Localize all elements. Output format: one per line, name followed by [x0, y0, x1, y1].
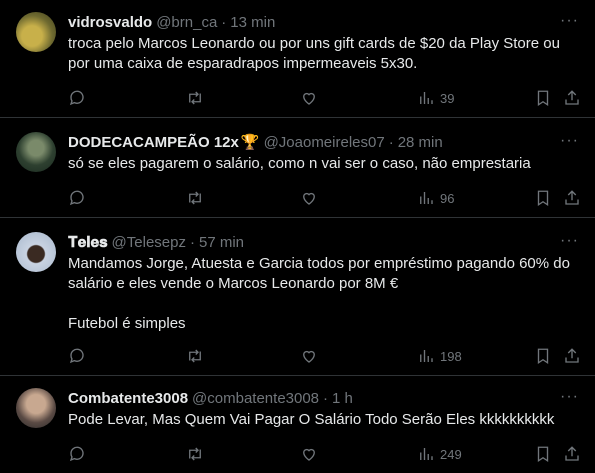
retweet-icon[interactable] — [186, 445, 204, 463]
views-icon — [420, 92, 433, 104]
views-icon — [420, 350, 433, 362]
timestamp[interactable]: 57 min — [199, 234, 244, 251]
tweet-text: Pode Levar, Mas Quem Vai Pagar O Salário… — [68, 411, 555, 428]
views-button[interactable]: 39 — [417, 89, 454, 107]
separator-dot: · — [221, 13, 227, 31]
views-count: 249 — [440, 446, 462, 462]
tweet[interactable]: Combatente3008 @combatente3008 · 1 h ···… — [0, 376, 595, 473]
author-name[interactable]: DODECACAMPEÃO 12x — [68, 134, 239, 151]
reply-icon[interactable] — [68, 89, 86, 107]
trophy-icon: 🏆 — [240, 134, 260, 151]
views-count: 39 — [440, 90, 455, 106]
tweet-actions: 96 — [68, 188, 579, 208]
more-icon[interactable]: ··· — [560, 12, 579, 30]
share-icon[interactable] — [563, 347, 581, 365]
timestamp[interactable]: 1 h — [332, 390, 353, 407]
tweet-header: 𝐓𝐞𝐥𝐞𝐬 @Telesepz · 57 min — [68, 232, 579, 252]
separator-dot: · — [388, 133, 394, 151]
like-icon[interactable] — [300, 89, 318, 107]
views-count: 96 — [440, 190, 455, 206]
views-count: 198 — [440, 348, 462, 364]
tweet-text: Mandamos Jorge, Atuesta e Garcia todos p… — [68, 255, 570, 332]
author-handle[interactable]: @Telesepz — [112, 234, 186, 251]
bookmark-icon[interactable] — [534, 445, 552, 463]
like-icon[interactable] — [300, 445, 318, 463]
avatar[interactable] — [16, 12, 56, 52]
tweet[interactable]: vidrosvaldo @brn_ca · 13 min ··· troca p… — [0, 0, 595, 118]
views-button[interactable]: 249 — [417, 445, 462, 463]
share-icon[interactable] — [563, 189, 581, 207]
separator-dot: · — [323, 389, 329, 407]
tweet-actions: 249 — [68, 444, 579, 464]
tweet-text: só se eles pagarem o salário, como n vai… — [68, 155, 531, 172]
tweet-header: DODECACAMPEÃO 12x 🏆 @Joaomeireles07 · 28… — [68, 132, 579, 152]
author-name[interactable]: vidrosvaldo — [68, 14, 152, 31]
author-name[interactable]: Combatente3008 — [68, 390, 188, 407]
tweet-header: Combatente3008 @combatente3008 · 1 h — [68, 388, 579, 408]
tweet-text: troca pelo Marcos Leonardo ou por uns gi… — [68, 35, 565, 72]
timestamp[interactable]: 13 min — [230, 14, 275, 31]
author-handle[interactable]: @brn_ca — [156, 14, 217, 31]
tweet[interactable]: DODECACAMPEÃO 12x 🏆 @Joaomeireles07 · 28… — [0, 118, 595, 218]
share-icon[interactable] — [563, 445, 581, 463]
tweet[interactable]: 𝐓𝐞𝐥𝐞𝐬 @Telesepz · 57 min ··· Mandamos Jo… — [0, 218, 595, 376]
tweet-feed: vidrosvaldo @brn_ca · 13 min ··· troca p… — [0, 0, 595, 473]
author-handle[interactable]: @combatente3008 — [192, 390, 319, 407]
views-icon — [420, 448, 433, 460]
retweet-icon[interactable] — [186, 347, 204, 365]
like-icon[interactable] — [300, 189, 318, 207]
like-icon[interactable] — [300, 347, 318, 365]
reply-icon[interactable] — [68, 445, 86, 463]
bookmark-icon[interactable] — [534, 347, 552, 365]
avatar[interactable] — [16, 232, 56, 272]
retweet-icon[interactable] — [186, 189, 204, 207]
views-button[interactable]: 96 — [417, 189, 454, 207]
more-icon[interactable]: ··· — [560, 388, 579, 406]
tweet-header: vidrosvaldo @brn_ca · 13 min — [68, 12, 579, 32]
avatar[interactable] — [16, 388, 56, 428]
bookmark-icon[interactable] — [534, 89, 552, 107]
author-handle[interactable]: @Joaomeireles07 — [264, 134, 385, 151]
reply-icon[interactable] — [68, 347, 86, 365]
views-button[interactable]: 198 — [417, 347, 462, 365]
share-icon[interactable] — [563, 89, 581, 107]
timestamp[interactable]: 28 min — [398, 134, 443, 151]
retweet-icon[interactable] — [186, 89, 204, 107]
tweet-actions: 39 — [68, 88, 579, 108]
tweet-actions: 198 — [68, 346, 579, 366]
more-icon[interactable]: ··· — [560, 132, 579, 150]
avatar[interactable] — [16, 132, 56, 172]
reply-icon[interactable] — [68, 189, 86, 207]
author-name[interactable]: 𝐓𝐞𝐥𝐞𝐬 — [68, 234, 108, 251]
more-icon[interactable]: ··· — [560, 232, 579, 250]
views-icon — [420, 192, 433, 204]
separator-dot: · — [189, 233, 195, 251]
bookmark-icon[interactable] — [534, 189, 552, 207]
